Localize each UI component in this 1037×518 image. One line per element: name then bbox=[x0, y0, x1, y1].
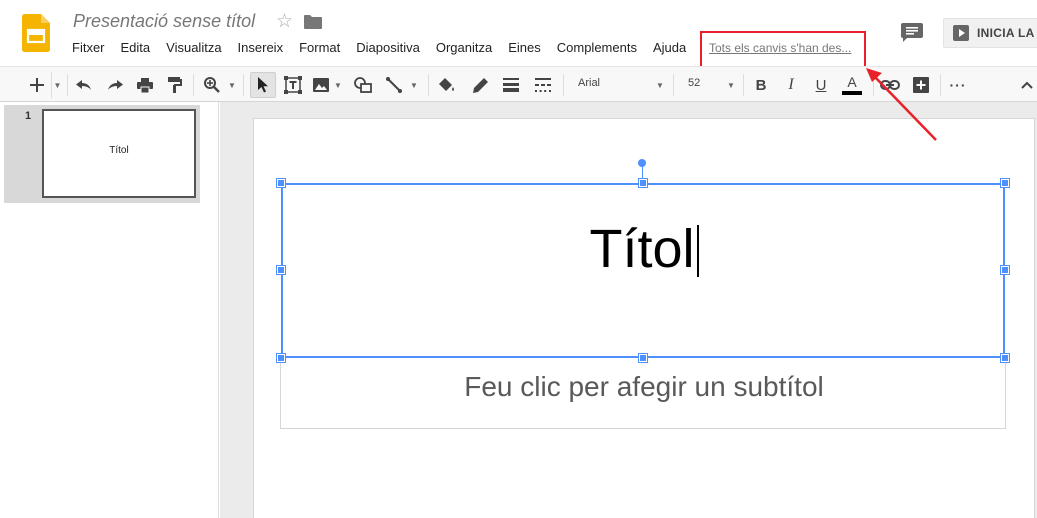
menu-insereix[interactable]: Insereix bbox=[238, 40, 284, 56]
border-dash-icon[interactable] bbox=[532, 72, 554, 98]
menu-ajuda[interactable]: Ajuda bbox=[653, 40, 686, 56]
fill-color-icon[interactable] bbox=[436, 72, 458, 98]
resize-handle-top[interactable] bbox=[639, 179, 647, 187]
paint-format-icon[interactable] bbox=[165, 72, 185, 98]
border-color-icon[interactable] bbox=[469, 72, 491, 98]
menu-visualitza[interactable]: Visualitza bbox=[166, 40, 221, 56]
border-weight-icon[interactable] bbox=[500, 72, 522, 98]
font-size-caret[interactable]: ▼ bbox=[726, 72, 736, 98]
resize-handle-top-left[interactable] bbox=[277, 179, 285, 187]
resize-handle-top-right[interactable] bbox=[1001, 179, 1009, 187]
zoom-dropdown-caret[interactable]: ▼ bbox=[227, 72, 237, 98]
slide-thumbnail-title: Títol bbox=[109, 145, 129, 156]
image-icon[interactable] bbox=[311, 72, 331, 98]
header: Presentació sense títol ☆ Fitxer Edita V… bbox=[0, 0, 1037, 69]
font-name-caret[interactable]: ▼ bbox=[655, 72, 665, 98]
font-name-select[interactable]: Arial bbox=[578, 77, 600, 89]
redo-icon[interactable] bbox=[105, 72, 125, 98]
highlight-box bbox=[700, 31, 866, 69]
menu-fitxer[interactable]: Fitxer bbox=[72, 40, 105, 56]
star-icon[interactable]: ☆ bbox=[276, 12, 293, 32]
present-button[interactable]: INICIA LA bbox=[943, 18, 1037, 48]
slides-logo-icon[interactable] bbox=[22, 14, 50, 52]
textbox-icon[interactable] bbox=[282, 72, 304, 98]
line-dropdown-caret[interactable]: ▼ bbox=[409, 72, 419, 98]
more-icon[interactable]: ··· bbox=[947, 72, 969, 98]
zoom-icon[interactable] bbox=[201, 72, 223, 98]
collapse-icon[interactable] bbox=[1018, 72, 1036, 98]
add-icon[interactable] bbox=[26, 72, 48, 98]
slide-thumbnail[interactable]: Títol bbox=[42, 109, 196, 198]
image-dropdown-caret[interactable]: ▼ bbox=[333, 72, 343, 98]
line-icon[interactable] bbox=[383, 72, 405, 98]
menu-diapositiva[interactable]: Diapositiva bbox=[356, 40, 420, 56]
slide-title[interactable]: Títol bbox=[589, 219, 694, 279]
menu-format[interactable]: Format bbox=[299, 40, 340, 56]
select-icon[interactable] bbox=[250, 72, 276, 98]
font-size-select[interactable]: 52 bbox=[688, 77, 700, 89]
add-dropdown-caret[interactable]: ▼ bbox=[51, 72, 63, 98]
resize-handle-bottom-right[interactable] bbox=[1001, 354, 1009, 362]
present-label: INICIA LA bbox=[977, 26, 1035, 40]
menu-complements[interactable]: Complements bbox=[557, 40, 637, 56]
resize-handle-left[interactable] bbox=[277, 266, 285, 274]
present-icon bbox=[953, 25, 969, 41]
menu-organitza[interactable]: Organitza bbox=[436, 40, 492, 56]
annotation-arrow bbox=[866, 68, 937, 141]
resize-handle-bottom-left[interactable] bbox=[277, 354, 285, 362]
canvas-area: Feu clic per afegir un subtítol Títol bbox=[220, 102, 1037, 518]
slide-thumbnail-item[interactable]: 1 Títol bbox=[4, 105, 200, 203]
slide-canvas[interactable]: Feu clic per afegir un subtítol Títol bbox=[254, 119, 1034, 518]
slides-app: Presentació sense títol ☆ Fitxer Edita V… bbox=[0, 0, 1037, 518]
folder-icon[interactable] bbox=[304, 15, 322, 29]
menu-edita[interactable]: Edita bbox=[121, 40, 151, 56]
italic-icon[interactable]: I bbox=[781, 72, 801, 98]
menu-eines[interactable]: Eines bbox=[508, 40, 541, 56]
undo-icon[interactable] bbox=[74, 72, 94, 98]
text-cursor bbox=[696, 225, 699, 277]
slide-number: 1 bbox=[25, 110, 32, 122]
rotate-handle[interactable] bbox=[638, 159, 646, 167]
underline-icon[interactable]: U bbox=[811, 72, 831, 98]
print-icon[interactable] bbox=[135, 72, 155, 98]
resize-handle-right[interactable] bbox=[1001, 266, 1009, 274]
subtitle-placeholder[interactable]: Feu clic per afegir un subtítol bbox=[254, 371, 1034, 403]
resize-handle-bottom[interactable] bbox=[639, 354, 647, 362]
title-text-line[interactable]: Títol bbox=[254, 217, 1034, 281]
menu-bar: Fitxer Edita Visualitza Insereix Format … bbox=[72, 40, 702, 56]
comments-icon[interactable] bbox=[901, 23, 923, 43]
shape-icon[interactable] bbox=[352, 72, 374, 98]
bold-icon[interactable]: B bbox=[751, 72, 771, 98]
filmstrip: 1 Títol bbox=[0, 102, 219, 518]
document-title[interactable]: Presentació sense títol bbox=[73, 11, 255, 32]
